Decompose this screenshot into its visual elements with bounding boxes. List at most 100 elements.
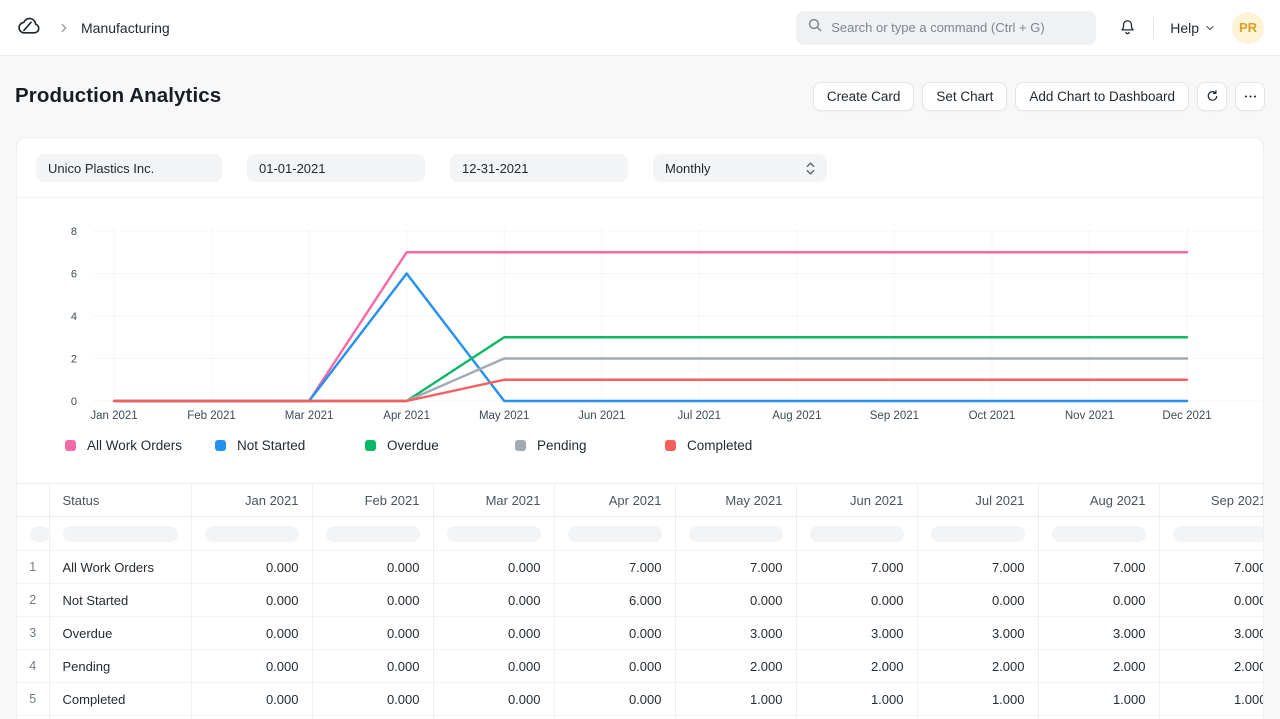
filter-cell[interactable]	[191, 517, 312, 551]
column-header[interactable]: Jun 2021	[796, 484, 917, 517]
value-cell[interactable]: 3.000	[796, 617, 917, 650]
help-menu[interactable]: Help	[1170, 20, 1216, 36]
column-header[interactable]: Feb 2021	[312, 484, 433, 517]
value-cell[interactable]: 3.000	[675, 617, 796, 650]
avatar[interactable]: PR	[1232, 12, 1264, 44]
filter-cell[interactable]	[554, 517, 675, 551]
value-cell[interactable]: 7.000	[917, 551, 1038, 584]
analytics-card: Monthly 02468Jan 2021Feb 2021Mar 2021Apr…	[16, 137, 1264, 719]
column-filter-input[interactable]	[1052, 526, 1146, 542]
column-filter-input[interactable]	[63, 526, 178, 542]
value-cell[interactable]: 0.000	[433, 551, 554, 584]
value-cell[interactable]: 0.000	[191, 650, 312, 683]
value-cell[interactable]: 2.000	[917, 650, 1038, 683]
value-cell[interactable]: 3.000	[917, 617, 1038, 650]
value-cell[interactable]: 0.000	[554, 617, 675, 650]
column-header[interactable]: Jul 2021	[917, 484, 1038, 517]
value-cell[interactable]: 0.000	[433, 683, 554, 716]
value-cell[interactable]: 1.000	[917, 683, 1038, 716]
value-cell[interactable]: 0.000	[917, 584, 1038, 617]
column-header[interactable]: Aug 2021	[1038, 484, 1159, 517]
value-cell[interactable]: 7.000	[1159, 551, 1263, 584]
value-cell[interactable]: 1.000	[1159, 683, 1263, 716]
add-chart-to-dashboard-button[interactable]: Add Chart to Dashboard	[1015, 82, 1189, 111]
value-cell[interactable]: 0.000	[675, 584, 796, 617]
refresh-button[interactable]	[1197, 82, 1227, 111]
more-options-button[interactable]	[1235, 82, 1265, 111]
filter-cell[interactable]	[917, 517, 1038, 551]
value-cell[interactable]: 0.000	[191, 617, 312, 650]
filter-cell[interactable]	[49, 517, 191, 551]
global-search[interactable]	[796, 11, 1096, 45]
column-filter-input[interactable]	[1173, 526, 1264, 542]
value-cell[interactable]: 0.000	[312, 617, 433, 650]
status-cell[interactable]: Completed	[49, 683, 191, 716]
status-cell[interactable]: Not Started	[49, 584, 191, 617]
filter-cell[interactable]	[433, 517, 554, 551]
value-cell[interactable]: 0.000	[191, 584, 312, 617]
value-cell[interactable]: 6.000	[554, 584, 675, 617]
value-cell[interactable]: 0.000	[312, 650, 433, 683]
value-cell[interactable]: 0.000	[796, 584, 917, 617]
value-cell[interactable]: 0.000	[433, 650, 554, 683]
notifications-button[interactable]	[1118, 18, 1137, 37]
column-filter-input[interactable]	[931, 526, 1025, 542]
from-date-filter-input[interactable]	[247, 154, 425, 182]
frequency-select[interactable]: Monthly	[653, 154, 827, 182]
value-cell[interactable]: 0.000	[191, 551, 312, 584]
value-cell[interactable]: 7.000	[1038, 551, 1159, 584]
value-cell[interactable]: 2.000	[1038, 650, 1159, 683]
company-filter-input[interactable]	[36, 154, 222, 182]
value-cell[interactable]: 0.000	[191, 683, 312, 716]
filter-cell[interactable]	[1159, 517, 1263, 551]
value-cell[interactable]: 0.000	[1159, 584, 1263, 617]
value-cell[interactable]: 3.000	[1038, 617, 1159, 650]
column-filter-input[interactable]	[326, 526, 420, 542]
status-cell[interactable]: Pending	[49, 650, 191, 683]
value-cell[interactable]: 0.000	[554, 650, 675, 683]
value-cell[interactable]: 2.000	[1159, 650, 1263, 683]
filter-cell[interactable]	[796, 517, 917, 551]
status-cell[interactable]: Overdue	[49, 617, 191, 650]
value-cell[interactable]: 1.000	[675, 683, 796, 716]
value-cell[interactable]: 7.000	[554, 551, 675, 584]
value-cell[interactable]: 7.000	[796, 551, 917, 584]
filter-cell[interactable]	[675, 517, 796, 551]
column-header[interactable]: Sep 2021	[1159, 484, 1263, 517]
filter-cell[interactable]	[17, 517, 49, 551]
column-filter-input[interactable]	[568, 526, 662, 542]
value-cell[interactable]: 7.000	[675, 551, 796, 584]
value-cell[interactable]: 0.000	[1038, 584, 1159, 617]
column-header[interactable]: Status	[49, 484, 191, 517]
value-cell[interactable]: 2.000	[675, 650, 796, 683]
search-input[interactable]	[831, 20, 1085, 35]
value-cell[interactable]: 1.000	[796, 683, 917, 716]
to-date-filter-input[interactable]	[450, 154, 628, 182]
value-cell[interactable]: 1.000	[1038, 683, 1159, 716]
value-cell[interactable]: 0.000	[433, 584, 554, 617]
breadcrumb[interactable]: Manufacturing	[81, 20, 170, 36]
value-cell[interactable]: 2.000	[796, 650, 917, 683]
set-chart-button[interactable]: Set Chart	[922, 82, 1007, 111]
column-header[interactable]: May 2021	[675, 484, 796, 517]
value-cell[interactable]: 0.000	[312, 683, 433, 716]
column-filter-input[interactable]	[30, 526, 49, 542]
value-cell[interactable]: 3.000	[1159, 617, 1263, 650]
column-filter-input[interactable]	[689, 526, 783, 542]
create-card-button[interactable]: Create Card	[813, 82, 915, 111]
column-header[interactable]: Mar 2021	[433, 484, 554, 517]
column-filter-input[interactable]	[810, 526, 904, 542]
column-header[interactable]: Apr 2021	[554, 484, 675, 517]
status-cell[interactable]: All Work Orders	[49, 551, 191, 584]
value-cell[interactable]: 0.000	[312, 551, 433, 584]
column-header[interactable]: Jan 2021	[191, 484, 312, 517]
column-filter-input[interactable]	[447, 526, 541, 542]
app-logo-icon[interactable]	[16, 14, 43, 41]
svg-text:Jul 2021: Jul 2021	[678, 410, 721, 422]
value-cell[interactable]: 0.000	[312, 584, 433, 617]
filter-cell[interactable]	[1038, 517, 1159, 551]
value-cell[interactable]: 0.000	[554, 683, 675, 716]
filter-cell[interactable]	[312, 517, 433, 551]
value-cell[interactable]: 0.000	[433, 617, 554, 650]
column-filter-input[interactable]	[205, 526, 299, 542]
